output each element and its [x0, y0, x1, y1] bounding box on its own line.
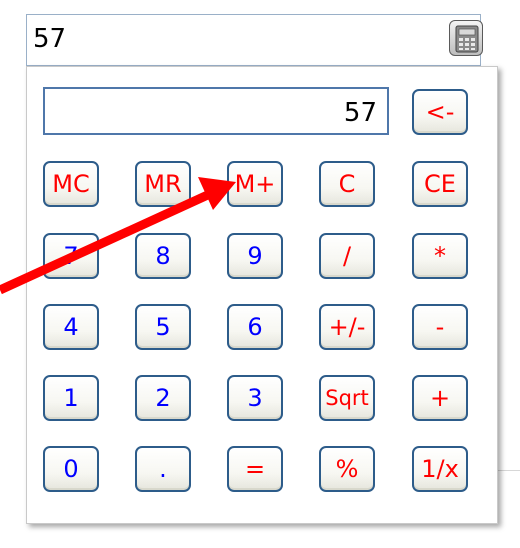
digit-8-button[interactable]: 8: [135, 233, 191, 279]
display-value: 57: [343, 98, 377, 128]
backspace-button[interactable]: <-: [412, 89, 468, 135]
calculator-combo-input[interactable]: 57: [26, 14, 483, 66]
reciprocal-button[interactable]: 1/x: [412, 446, 468, 492]
sqrt-button[interactable]: Sqrt: [319, 375, 375, 421]
multiply-button[interactable]: *: [412, 233, 468, 279]
m-plus-button[interactable]: M+: [227, 161, 283, 207]
clear-entry-button[interactable]: CE: [412, 161, 468, 207]
equals-button[interactable]: =: [227, 446, 283, 492]
mc-button[interactable]: MC: [43, 161, 99, 207]
calculator-icon: [455, 25, 479, 53]
calculator-panel: 57 <- MC MR M+ C CE 7 8 9 / * 4 5 6 +/- - 1 2 3 Sqrt +0. =% 1…: [26, 66, 498, 524]
subtract-button[interactable]: -: [412, 304, 468, 350]
clear-button[interactable]: C: [319, 161, 375, 207]
add-button[interactable]: +: [412, 375, 468, 421]
divide-button[interactable]: /: [319, 233, 375, 279]
digit-4-button[interactable]: 4: [43, 304, 99, 350]
digit-1-button[interactable]: 1: [43, 375, 99, 421]
screenshot-root: 57 57 <- MC MR M+ C CE 7 8 9 / * 4 5 6 +…: [0, 0, 520, 548]
decimal-button[interactable]: .: [135, 446, 191, 492]
mr-button[interactable]: MR: [135, 161, 191, 207]
percent-button[interactable]: %: [319, 446, 375, 492]
digit-5-button[interactable]: 5: [135, 304, 191, 350]
digit-7-button[interactable]: 7: [43, 233, 99, 279]
calculator-display: 57: [43, 87, 389, 135]
digit-6-button[interactable]: 6: [227, 304, 283, 350]
open-calculator-button[interactable]: [449, 20, 483, 56]
combo-value: 57: [33, 24, 67, 54]
digit-2-button[interactable]: 2: [135, 375, 191, 421]
digit-0-button[interactable]: 0: [43, 446, 99, 492]
negate-button[interactable]: +/-: [319, 304, 375, 350]
digit-3-button[interactable]: 3: [227, 375, 283, 421]
digit-9-button[interactable]: 9: [227, 233, 283, 279]
page-divider: [496, 470, 520, 471]
